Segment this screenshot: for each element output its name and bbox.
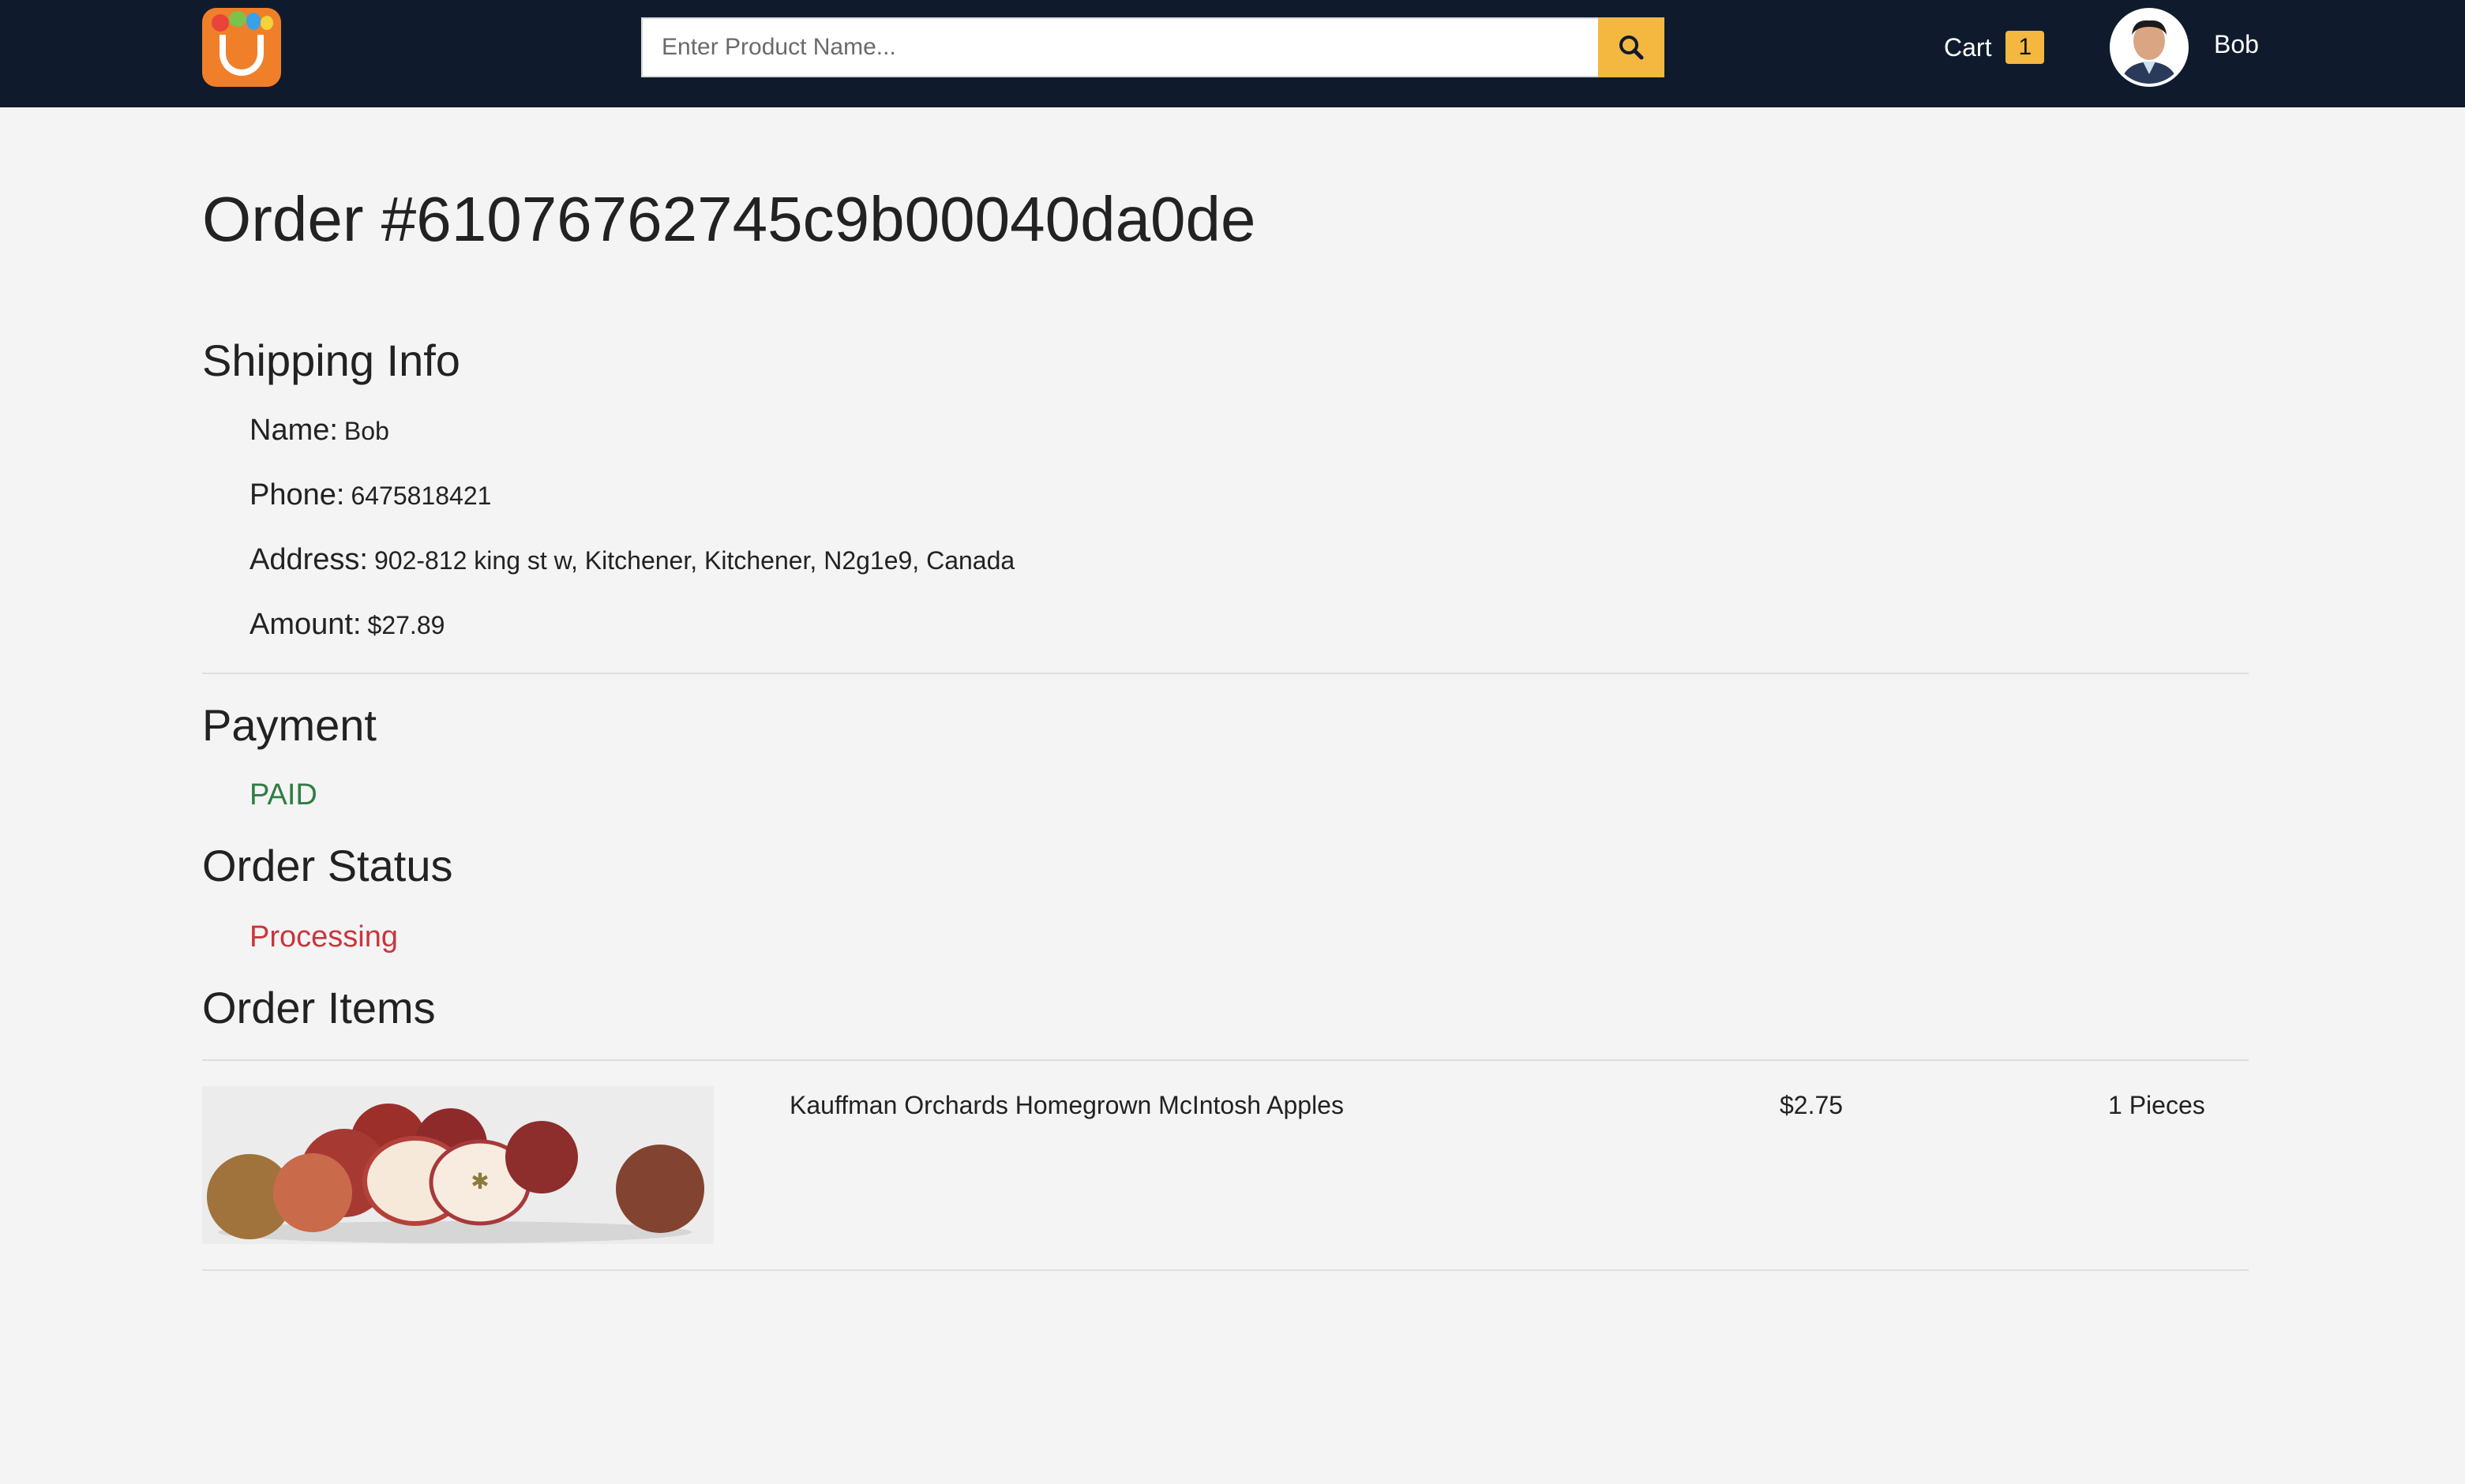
user-avatar-image (2113, 11, 2185, 84)
address-value: 902-812 king st w, Kitchener, Kitchener,… (373, 546, 1015, 575)
items-bottom-divider (202, 1269, 2249, 1271)
payment-status: PAID (250, 778, 317, 811)
search-button[interactable] (1598, 17, 1664, 77)
shipping-amount-row: Amount: $27.89 (250, 608, 445, 642)
search-input[interactable] (641, 17, 1598, 77)
order-status-value: Processing (250, 920, 398, 954)
search-icon (1619, 36, 1644, 60)
phone-label: Phone: (250, 478, 345, 512)
cart-link[interactable]: Cart 1 (1944, 28, 2045, 66)
order-status-heading: Order Status (202, 841, 453, 890)
store-logo-icon[interactable] (202, 8, 281, 87)
user-name[interactable]: Bob (2214, 30, 2259, 59)
shipping-address-row: Address: 902-812 king st w, Kitchener, Ki… (250, 543, 1015, 577)
cart-label: Cart (1944, 32, 1992, 62)
top-navbar: Cart 1 Bob (0, 0, 2465, 107)
user-avatar[interactable] (2110, 8, 2189, 87)
section-divider (202, 673, 2249, 674)
product-image[interactable]: ✱ (202, 1086, 714, 1244)
items-top-divider (202, 1059, 2249, 1061)
svg-text:✱: ✱ (471, 1168, 489, 1194)
page-title: Order #61076762745c9b00040da0de (202, 184, 1256, 254)
item-price: $2.75 (1780, 1091, 1844, 1119)
cart-count-badge: 1 (2005, 31, 2045, 64)
payment-heading: Payment (202, 700, 377, 750)
shipping-name-row: Name: Bob (250, 414, 389, 448)
shipping-phone-row: Phone: 6475818421 (250, 478, 491, 512)
amount-label: Amount: (250, 608, 362, 641)
order-items-heading: Order Items (202, 983, 436, 1032)
phone-value: 6475818421 (351, 482, 492, 510)
name-label: Name: (250, 414, 338, 447)
item-name-link[interactable]: Kauffman Orchards Homegrown McIntosh App… (790, 1091, 1344, 1120)
address-label: Address: (250, 543, 368, 576)
shipping-info-heading: Shipping Info (202, 335, 460, 385)
name-value: Bob (343, 417, 389, 445)
item-quantity: 1 Pieces (2108, 1091, 2205, 1119)
apples-image: ✱ (202, 1086, 714, 1244)
amount-value: $27.89 (367, 611, 445, 639)
search-bar (641, 17, 1664, 77)
